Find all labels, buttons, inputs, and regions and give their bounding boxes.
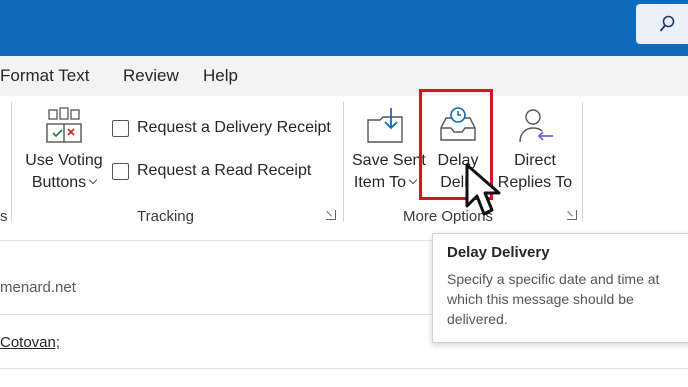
chevron-down-icon	[88, 175, 98, 185]
direct-replies-to-button[interactable]: Direct Replies To	[496, 106, 574, 194]
more-options-dialog-launcher-icon[interactable]	[567, 210, 577, 220]
direct-replies-to-label-2: Replies To	[497, 174, 573, 191]
tab-format-text[interactable]: Format Text	[0, 66, 89, 86]
request-delivery-receipt-label: Request a Delivery Receipt	[137, 119, 331, 136]
left-group-label-fragment: s	[0, 208, 8, 225]
use-voting-buttons-button[interactable]: Use Voting Buttons	[20, 106, 108, 194]
divider	[0, 368, 688, 369]
from-field-value: menard.net	[0, 279, 76, 296]
tooltip-description-line: Specify a specific date and time at	[447, 271, 660, 287]
ribbon: s Use Voting Buttons Request a Delivery …	[0, 96, 688, 230]
tab-help[interactable]: Help	[203, 66, 238, 86]
use-voting-buttons-label-1: Use Voting	[25, 152, 103, 169]
group-separator	[582, 102, 583, 222]
group-separator	[11, 102, 12, 222]
search-button[interactable]	[636, 4, 688, 44]
tab-review[interactable]: Review	[123, 66, 179, 86]
save-sent-item-to-label-2: Item To	[353, 174, 407, 191]
search-icon	[659, 15, 675, 32]
direct-replies-to-label-1: Direct	[514, 152, 556, 169]
checkbox-icon[interactable]	[112, 162, 129, 180]
delay-delivery-tooltip: Delay Delivery Specify a specific date a…	[432, 233, 688, 343]
tracking-group-label: Tracking	[137, 208, 194, 225]
request-read-receipt-checkbox[interactable]: Request a Read Receipt	[112, 162, 311, 180]
request-read-receipt-label: Request a Read Receipt	[137, 162, 312, 179]
mouse-pointer-icon	[465, 163, 501, 216]
tooltip-title: Delay Delivery	[447, 244, 550, 261]
use-voting-buttons-label-2: Buttons	[31, 174, 87, 191]
tooltip-description-line: delivered.	[447, 311, 508, 327]
chevron-down-icon	[408, 175, 418, 185]
voting-buttons-icon	[46, 107, 82, 143]
request-delivery-receipt-checkbox[interactable]: Request a Delivery Receipt	[112, 119, 331, 137]
title-bar	[0, 0, 688, 56]
direct-replies-icon	[519, 109, 553, 143]
save-sent-item-to-button[interactable]: Save Sent Item To	[352, 106, 426, 194]
ribbon-tab-bar: Format Text Review Help	[0, 56, 688, 96]
group-separator	[343, 102, 344, 222]
save-sent-item-to-label-1: Save Sent	[352, 152, 426, 169]
tooltip-description-line: which this message should be	[447, 291, 634, 307]
tracking-dialog-launcher-icon[interactable]	[326, 210, 336, 220]
cc-recipient-link[interactable]: Cotovan;	[0, 334, 60, 351]
folder-save-icon	[367, 108, 403, 143]
checkbox-icon[interactable]	[112, 119, 129, 137]
